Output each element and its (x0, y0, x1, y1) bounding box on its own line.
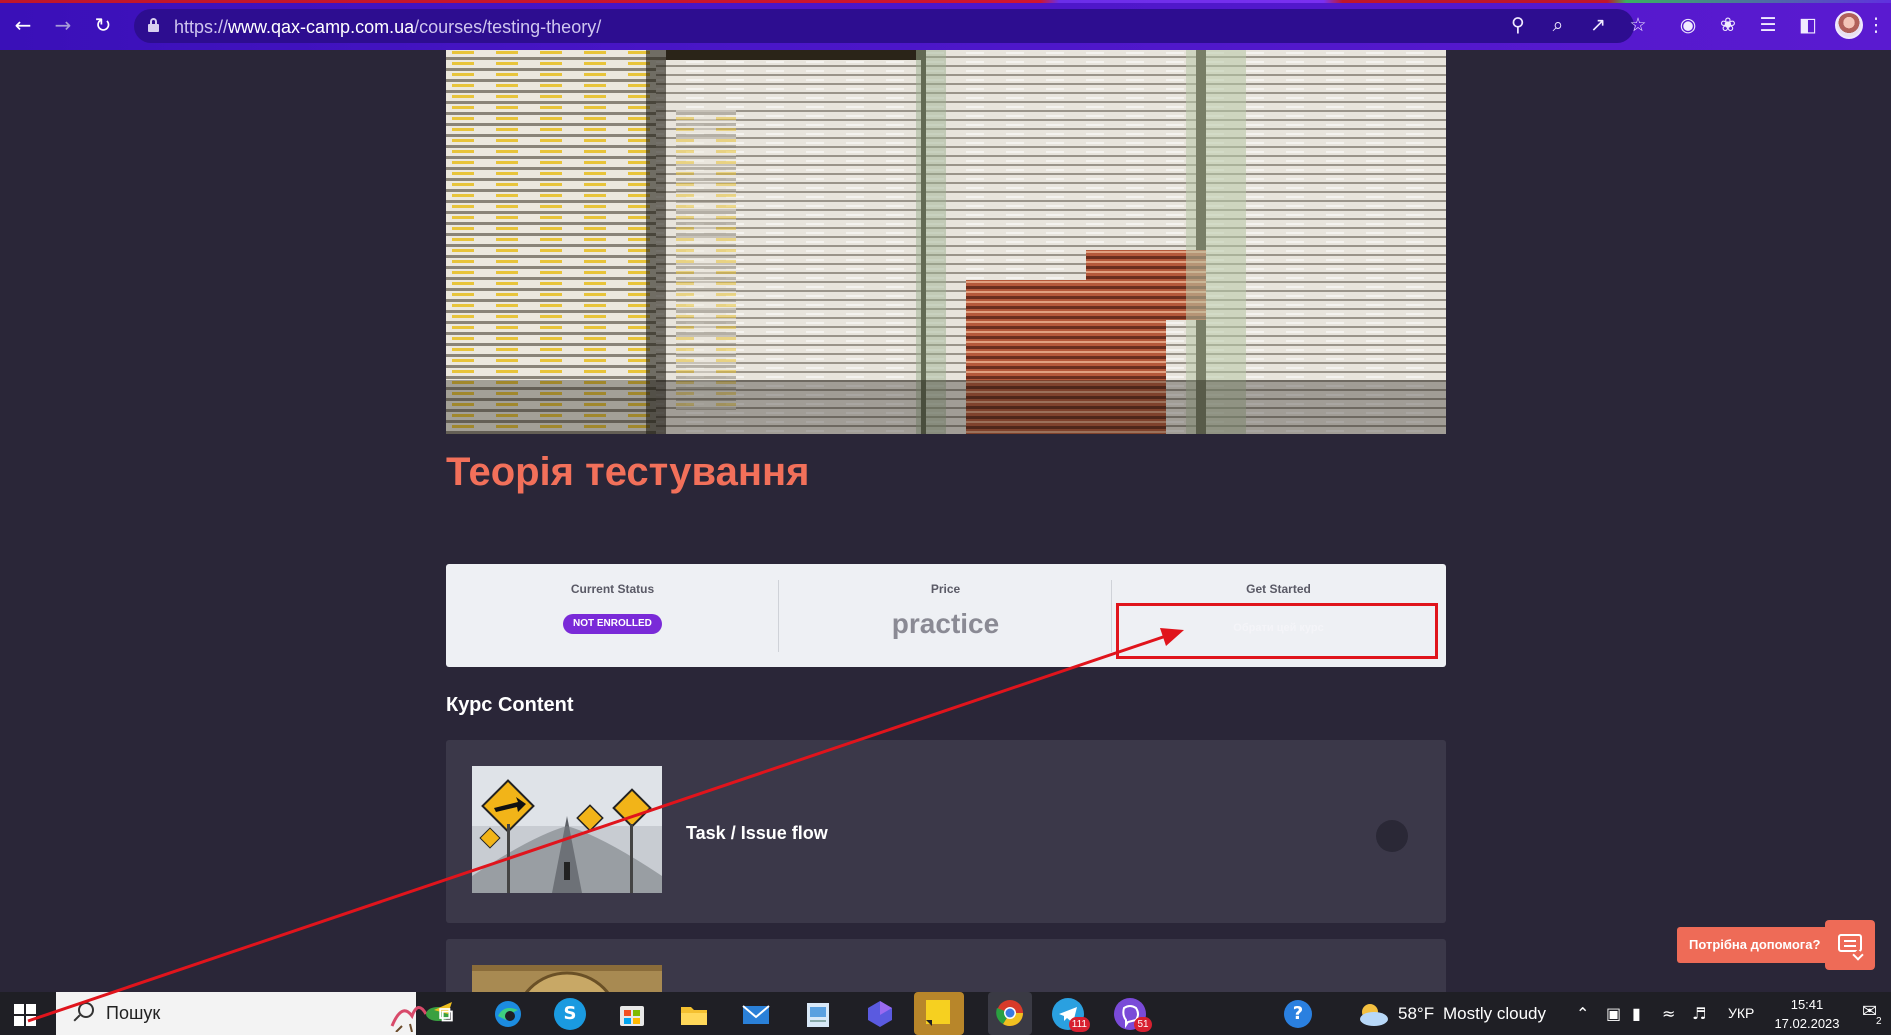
windows-start-icon[interactable] (14, 1004, 36, 1026)
media-icon[interactable]: ☰ (1756, 13, 1780, 37)
volume-icon[interactable]: ♬ (1692, 1004, 1706, 1024)
notification-count: 2 (1876, 1016, 1882, 1027)
wifi-icon[interactable]: ≈ (1662, 1004, 1675, 1024)
windows-taskbar: Пошук ⧉ S 111 51 ? 58°F Mostly cloudy ⌃ … (0, 992, 1891, 1035)
sidepanel-icon[interactable]: ◧ (1796, 13, 1820, 37)
current-status-label: Current Status (570, 582, 655, 596)
url-scheme: https:// (174, 17, 229, 37)
star-icon[interactable]: ☆ (1626, 13, 1650, 37)
telegram-unread-badge: 111 (1068, 1017, 1090, 1032)
meet-now-icon[interactable]: ▣ (1606, 1004, 1621, 1024)
back-icon[interactable]: ← (10, 12, 36, 38)
profile-avatar[interactable] (1835, 11, 1863, 39)
paper-stacks-illustration (446, 50, 1446, 434)
tab-strip-edge (0, 0, 1891, 3)
input-language[interactable]: УКР (1728, 1005, 1754, 1021)
sticky-notes-icon[interactable] (914, 992, 964, 1035)
browser-toolbar: ← → ↻ https://www.qax-camp.com.ua/course… (0, 0, 1891, 50)
chrome-icon[interactable] (988, 992, 1032, 1035)
chevron-up-icon[interactable]: ⌃ (1576, 1004, 1589, 1024)
clock-time: 15:41 (1790, 997, 1824, 1012)
lesson-status-circle (1376, 820, 1408, 852)
edge-icon[interactable] (492, 998, 524, 1030)
battery-icon[interactable]: ▮ (1632, 1004, 1641, 1024)
course-content-heading: Курс Content (446, 694, 574, 716)
taskbar-search-box[interactable]: Пошук (56, 992, 452, 1035)
clock-date: 17.02.2023 (1774, 1016, 1840, 1031)
address-bar[interactable]: https://www.qax-camp.com.ua/courses/test… (134, 9, 1634, 43)
get-started-label: Get Started (1246, 582, 1311, 596)
weather-cloud-icon (1360, 1004, 1388, 1026)
file-explorer-icon[interactable] (678, 998, 710, 1030)
url-path: /courses/testing-theory/ (414, 17, 602, 37)
lesson-item[interactable]: Task / Issue flow (446, 740, 1446, 923)
skype-icon[interactable]: S (554, 998, 586, 1030)
mail-icon[interactable] (740, 998, 772, 1030)
zoom-icon[interactable]: ⌕ (1546, 13, 1570, 37)
copilot-icon[interactable] (864, 998, 896, 1030)
reload-icon[interactable]: ↻ (90, 12, 116, 38)
status-badge: NOT ENROLLED (563, 614, 662, 634)
store-icon[interactable] (616, 998, 648, 1030)
telegram-icon[interactable]: 111 (1052, 998, 1090, 1032)
road-signs-image (472, 766, 662, 893)
share-icon[interactable]: ↗ (1586, 13, 1610, 37)
viber-icon[interactable]: 51 (1114, 998, 1152, 1032)
extensions-icon[interactable]: ❀ (1716, 13, 1740, 37)
url-host: www.qax-camp.com.ua (228, 17, 415, 37)
taskbar-clock[interactable]: 15:41 17.02.2023 (1772, 995, 1842, 1033)
lesson-title[interactable]: Task / Issue flow (686, 823, 828, 844)
chat-button[interactable] (1825, 920, 1875, 970)
chat-icon (1838, 934, 1862, 952)
url-text: https://www.qax-camp.com.ua/courses/test… (174, 17, 601, 38)
forward-icon[interactable]: → (50, 12, 76, 38)
course-hero-image (446, 50, 1446, 434)
current-status-column: Current Status NOT ENROLLED (446, 564, 779, 667)
help-tooltip[interactable]: Потрібна допомога? (1677, 927, 1833, 963)
task-view-icon[interactable]: ⧉ (430, 998, 462, 1030)
weather-description[interactable]: Mostly cloudy (1443, 1004, 1546, 1024)
annotation-highlight-box (1116, 603, 1438, 659)
key-icon[interactable]: ⚲ (1506, 13, 1530, 37)
price-value: practice (891, 608, 1000, 639)
lesson-thumbnail (472, 766, 662, 893)
globe-icon[interactable]: ◉ (1676, 13, 1700, 37)
notifications-icon[interactable]: ✉ (1862, 1002, 1877, 1022)
course-title: Теорія тестування (446, 450, 810, 494)
search-icon (72, 1002, 94, 1022)
price-column: Price practice (779, 564, 1112, 667)
viber-unread-badge: 51 (1134, 1017, 1152, 1032)
price-label: Price (930, 582, 961, 596)
menu-icon[interactable]: ⋮ (1866, 13, 1886, 37)
search-placeholder: Пошук (106, 1003, 161, 1023)
lesson-item[interactable] (446, 939, 1446, 999)
photos-icon[interactable] (802, 998, 834, 1030)
lock-icon (148, 18, 159, 32)
weather-temperature[interactable]: 58°F (1398, 1004, 1434, 1024)
help-icon[interactable]: ? (1284, 1000, 1312, 1028)
